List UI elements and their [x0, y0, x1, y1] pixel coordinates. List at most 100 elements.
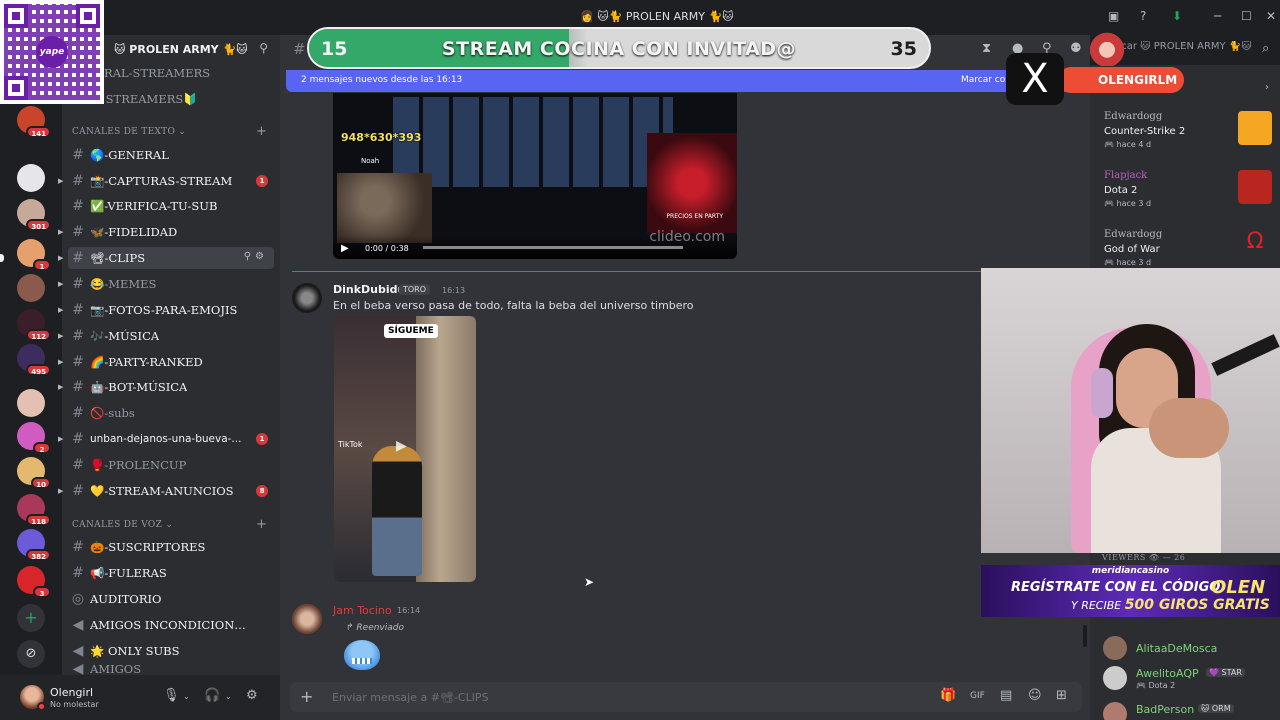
channel-item[interactable]: ▶ # 🤖-BOT-MÚSICA — [58, 376, 274, 398]
member-item[interactable]: AlitaaDeMosca — [1100, 634, 1278, 664]
activity-card[interactable]: Flapjack Dota 2 🎮 hace 3 d — [1098, 166, 1276, 222]
add-server-icon[interactable]: + — [17, 604, 45, 632]
gear-icon[interactable]: ⚙ — [246, 688, 258, 703]
discover-icon[interactable]: ⊘ — [17, 640, 45, 668]
chevron-down-icon[interactable]: ⌄ — [225, 692, 232, 701]
video-frame — [372, 446, 422, 576]
play-icon[interactable]: ▶ — [396, 438, 407, 454]
video-frame — [416, 316, 476, 582]
play-icon[interactable]: ▶ — [341, 243, 349, 254]
channel-item[interactable]: ▶ # 📸-CAPTURAS-STREAM 1 — [58, 170, 274, 192]
add-channel-icon[interactable]: + — [256, 517, 267, 532]
server-icon[interactable]: 3 — [17, 566, 51, 598]
voice-channel-item[interactable]: ◀ 🌟 ONLY SUBS — [68, 640, 274, 662]
channel-item[interactable]: ▶ # unban-dejanos-una-bueva-... 1 — [58, 428, 274, 450]
tiktok-watermark: TikTok — [338, 440, 363, 449]
hash-icon: # — [72, 276, 84, 292]
server-header[interactable]: 🐱 PROLEN ARMY 🐈🐱 ⚲ — [104, 35, 280, 63]
activity-user: Edwardogg — [1104, 111, 1163, 122]
server-icon[interactable]: 118 — [17, 494, 51, 526]
channel-item[interactable]: ▶ # 📷-FOTOS-PARA-EMOJIS — [58, 299, 274, 321]
webcam-person — [1149, 398, 1229, 458]
apps-icon[interactable]: ⊞ — [1056, 688, 1067, 703]
avatar[interactable] — [292, 604, 322, 634]
channel-item[interactable]: # 🚫-subs — [68, 402, 274, 424]
channel-label: 🥊-PROLENCUP — [90, 458, 187, 472]
server-icon[interactable] — [17, 164, 45, 192]
channel-label: 🚫-subs — [90, 406, 135, 420]
channel-item[interactable]: ▶ # 🌈-PARTY-RANKED — [58, 351, 274, 373]
server-icon[interactable]: 495 — [17, 344, 51, 376]
members-icon[interactable]: ⚉ — [1070, 41, 1082, 56]
message-author[interactable]: Jam Tocino — [333, 604, 392, 617]
new-messages-bar[interactable]: 2 mensajes nuevos desde las 16:13 Marcar… — [286, 70, 1090, 92]
channel-item[interactable]: # ✅-VERIFICA-TU-SUB — [68, 195, 274, 217]
chevron-right-icon[interactable]: › — [1265, 82, 1269, 93]
add-channel-icon[interactable]: + — [256, 124, 267, 139]
video-embed[interactable]: SÍGUEME TikTok ▶ — [334, 316, 476, 582]
channel-item[interactable]: ▶ # 💛-STREAM-ANUNCIOS 8 — [58, 480, 274, 502]
activity-card[interactable]: Edwardogg Counter-Strike 2 🎮 hace 4 d — [1098, 107, 1276, 163]
server-icon[interactable]: 382 — [17, 529, 51, 561]
gif-icon[interactable]: GIF — [970, 691, 985, 701]
chevron-right-icon: ▶ — [58, 177, 64, 185]
search-input[interactable]: scar 🐱 PROLEN ARMY 🐈🐱 — [1116, 41, 1256, 57]
inbox-icon[interactable]: ▣ — [1108, 9, 1119, 23]
threads-icon[interactable]: ⧗ — [982, 41, 991, 56]
channel-item[interactable]: ▶ # 🦋-FIDELIDAD — [58, 221, 274, 243]
hash-icon: # — [72, 198, 84, 214]
minimize-button[interactable]: ─ — [1214, 9, 1221, 23]
member-item[interactable]: BadPerson 🐱 ORM — [1100, 700, 1278, 720]
voice-channel-item[interactable]: # 🎃-SUSCRIPTORES — [68, 536, 274, 558]
channel-settings-icon[interactable]: ⚲⚙ — [244, 251, 268, 262]
help-icon[interactable]: ? — [1140, 9, 1146, 23]
message-input[interactable] — [332, 688, 892, 706]
channel-item[interactable]: ▶ # 😂-MEMES — [58, 273, 274, 295]
banner-right-number: 35 — [890, 38, 917, 60]
video-caption: Noah — [361, 157, 380, 165]
channel-item-active[interactable]: ▶ # 📽-CLIPS ⚲⚙ — [58, 247, 274, 269]
dota-icon — [1238, 170, 1272, 204]
server-icon[interactable]: 301 — [17, 199, 51, 231]
plus-icon[interactable]: + — [300, 687, 313, 706]
server-icon[interactable]: 1 — [17, 239, 51, 271]
sticker-icon[interactable]: ▤ — [1000, 688, 1012, 703]
server-icon[interactable] — [17, 274, 45, 302]
channel-item[interactable]: ▶ # 🎶-MÚSICA — [58, 325, 274, 347]
avatar[interactable] — [292, 283, 322, 313]
close-button[interactable]: ✕ — [1266, 9, 1276, 23]
channel-item[interactable]: # 🌎-GENERAL — [68, 144, 274, 166]
category-voice[interactable]: CANALES DE VOZ ⌄ — [72, 520, 173, 530]
maximize-button[interactable]: ☐ — [1241, 9, 1252, 23]
server-icon[interactable]: 2 — [17, 422, 51, 454]
qr-finder — [76, 4, 100, 28]
voice-channel-item[interactable]: ◀ AMIGOS — [68, 663, 274, 675]
video-embed[interactable]: 948*630*393 Noah PRECIOS EN PARTY ▶ 0:00… — [333, 93, 737, 259]
add-member-icon[interactable]: ⚲ — [259, 41, 268, 55]
hash-icon: # — [72, 224, 84, 240]
mark-read-button[interactable]: Marcar co — [961, 75, 1005, 85]
channel-label: 🦋-FIDELIDAD — [90, 225, 178, 239]
server-icon[interactable]: 10 — [17, 457, 51, 489]
category-text[interactable]: CANALES DE TEXTO ⌄ — [72, 127, 186, 137]
video-progress[interactable] — [423, 246, 683, 249]
download-icon[interactable]: ⬇ — [1172, 9, 1182, 23]
server-icon[interactable]: 141 — [17, 106, 51, 138]
cold-face-emoji-icon — [344, 640, 380, 670]
emoji-icon[interactable]: ☺ — [1028, 688, 1042, 703]
voice-channel-item[interactable]: # 📢-FULERAS — [68, 562, 274, 584]
scrollbar[interactable] — [1083, 625, 1087, 647]
chevron-down-icon[interactable]: ⌄ — [183, 692, 190, 701]
message-author[interactable]: DinkDubidu — [333, 283, 405, 296]
headphones-icon[interactable]: 🎧 — [204, 688, 220, 703]
member-item[interactable]: AwelitoAQP 💜 STAR 🎮 Dota 2 — [1100, 664, 1278, 694]
voice-channel-item[interactable]: ◎ AUDITORIO — [68, 588, 274, 610]
voice-channel-item[interactable]: ◀ AMIGOS INCONDICIONALES — [68, 614, 274, 636]
server-icon[interactable] — [17, 389, 45, 417]
gift-icon[interactable]: 🎁 — [940, 688, 956, 703]
microphone-icon[interactable]: 🎙 — [163, 688, 180, 703]
channel-item[interactable]: # 🥊-PROLENCUP — [68, 454, 274, 476]
server-icon[interactable]: 112 — [17, 309, 51, 341]
search-icon[interactable]: ⌕ — [1262, 41, 1269, 56]
server-badge: 141 — [26, 126, 51, 138]
